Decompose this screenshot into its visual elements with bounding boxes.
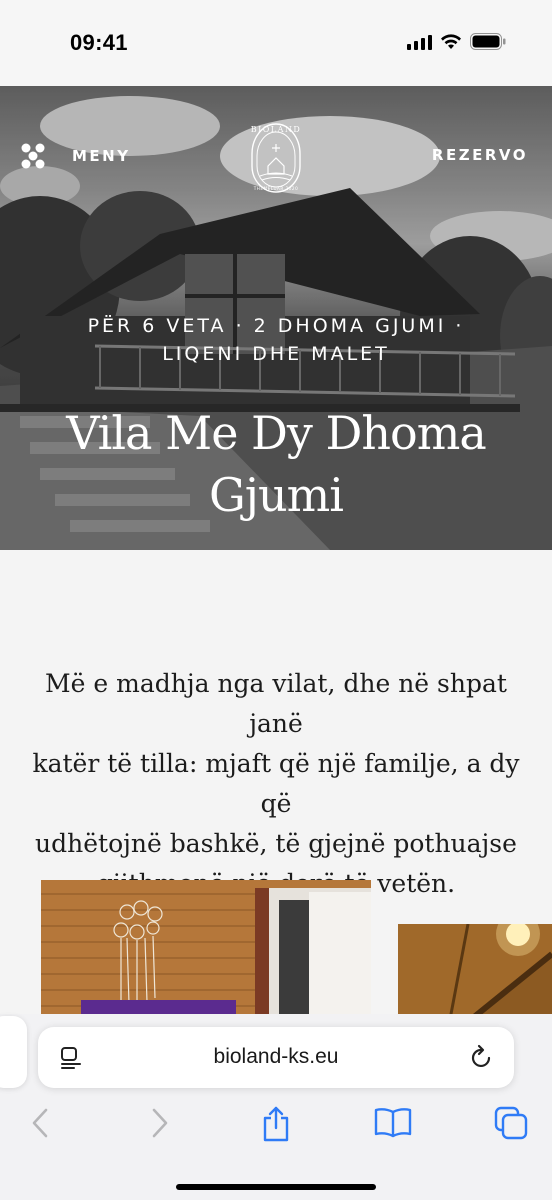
status-time: 09:41 bbox=[70, 30, 128, 55]
page-title: Vila Me Dy Dhoma Gjumi bbox=[0, 402, 552, 526]
bioland-logo[interactable]: BIOLAND THEMELUAR 2020 bbox=[246, 114, 306, 199]
hero-subtitle: PËR 6 VETA · 2 DHOMA GJUMI · LIQENI DHE … bbox=[0, 312, 552, 368]
tabs-icon[interactable] bbox=[494, 1106, 528, 1140]
menu-dots-icon bbox=[21, 143, 45, 169]
url-text: bioland-ks.eu bbox=[213, 1045, 339, 1068]
previous-tab-preview[interactable] bbox=[0, 1016, 27, 1088]
wifi-icon bbox=[441, 34, 461, 49]
address-bar[interactable]: bioland-ks.eu bbox=[38, 1027, 514, 1088]
battery-icon bbox=[470, 33, 506, 50]
book-button[interactable]: REZERVO bbox=[432, 146, 528, 164]
status-bar: 09:41 bbox=[0, 0, 552, 86]
intro-paragraph: Më e madhja nga vilat, dhe në shpat janë… bbox=[26, 664, 526, 904]
share-icon[interactable] bbox=[260, 1106, 292, 1142]
page-title-line2: Gjumi bbox=[209, 468, 344, 522]
interior-photo-1 bbox=[41, 880, 371, 1030]
intro-line: katër të tilla: mjaft që një familje, a … bbox=[32, 749, 520, 818]
logo-subtext: THEMELUAR 2020 bbox=[253, 186, 299, 191]
status-icons bbox=[407, 33, 506, 50]
forward-icon[interactable] bbox=[148, 1106, 170, 1140]
intro-line: Më e madhja nga vilat, dhe në shpat janë bbox=[45, 669, 507, 738]
reload-icon[interactable] bbox=[470, 1044, 494, 1070]
back-icon[interactable] bbox=[30, 1106, 52, 1140]
menu-label: MENY bbox=[72, 147, 131, 165]
cellular-signal-icon bbox=[407, 34, 432, 50]
hero-subtitle-line1: PËR 6 VETA · 2 DHOMA GJUMI · bbox=[87, 315, 465, 337]
menu-button[interactable]: MENY bbox=[20, 142, 131, 170]
intro-line: udhëtojnë bashkë, të gjejnë pothuajse bbox=[35, 829, 517, 858]
page-title-line1: Vila Me Dy Dhoma bbox=[66, 406, 487, 460]
home-indicator[interactable] bbox=[176, 1184, 376, 1190]
logo-text: BIOLAND bbox=[251, 125, 302, 134]
hero-subtitle-line2: LIQENI DHE MALET bbox=[162, 343, 390, 365]
bookmarks-icon[interactable] bbox=[374, 1106, 412, 1138]
hero-section: MENY BIOLAND THEMELUAR 2020 REZERVO PËR … bbox=[0, 86, 552, 550]
